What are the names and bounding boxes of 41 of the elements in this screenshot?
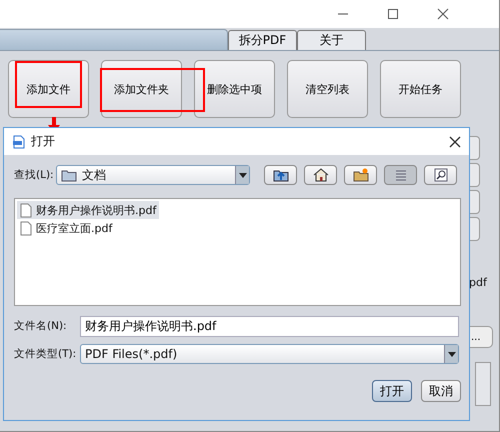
- toolbar-button[interactable]: 开始任务: [380, 60, 461, 118]
- file-name-field[interactable]: 财务用户操作说明书.pdf: [80, 316, 459, 336]
- close-icon[interactable]: [449, 136, 461, 148]
- new-folder-button[interactable]: [344, 165, 377, 185]
- caret-icon: [238, 172, 246, 178]
- browse-button[interactable]: ...: [469, 326, 493, 348]
- file-type-dropdown[interactable]: PDF Files(*.pdf): [80, 344, 459, 364]
- look-in-dropdown[interactable]: 文档: [56, 165, 250, 185]
- list-text: pdf: [469, 276, 487, 289]
- file-icon: [20, 220, 32, 236]
- tab[interactable]: 关于: [297, 30, 366, 50]
- toolbar-button[interactable]: 清空列表: [287, 60, 368, 118]
- folder-icon: [61, 168, 77, 182]
- caret-icon: [448, 352, 456, 356]
- highlight-frame: [15, 61, 82, 108]
- toolbar-button[interactable]: 删除选中项: [194, 60, 275, 118]
- folder-arrow-icon: [272, 168, 288, 182]
- close-icon[interactable]: [437, 8, 449, 20]
- search-icon: [434, 168, 448, 182]
- look-in-label: 查找(L):: [14, 168, 55, 182]
- toolbar-button[interactable]: 添加文件夹: [101, 60, 182, 118]
- up-folder-button[interactable]: [264, 165, 297, 185]
- new-folder-icon: [352, 168, 368, 182]
- maximize-icon[interactable]: [387, 8, 399, 20]
- dialog-title: 打开: [31, 133, 55, 150]
- list-view-button[interactable]: [384, 165, 417, 185]
- open-button[interactable]: 打开: [372, 380, 412, 402]
- details-view-button[interactable]: [424, 165, 457, 185]
- list-icon: [394, 169, 406, 181]
- tab[interactable]: 拆分PDF: [228, 30, 297, 50]
- document-icon: [12, 134, 26, 148]
- file-type-label: 文件类型(T):: [14, 347, 78, 361]
- scrollbar[interactable]: [475, 362, 491, 406]
- cancel-button[interactable]: 取消: [421, 380, 461, 402]
- file-item[interactable]: 财务用户操作说明书.pdf: [17, 201, 160, 219]
- file-name-label: 文件名(N):: [14, 319, 68, 333]
- toolbar-button[interactable]: 添加文件: [8, 60, 89, 118]
- file-item[interactable]: 医疗室立面.pdf: [17, 219, 116, 237]
- home-button[interactable]: [304, 165, 337, 185]
- home-icon: [312, 168, 328, 182]
- file-icon: [20, 202, 32, 218]
